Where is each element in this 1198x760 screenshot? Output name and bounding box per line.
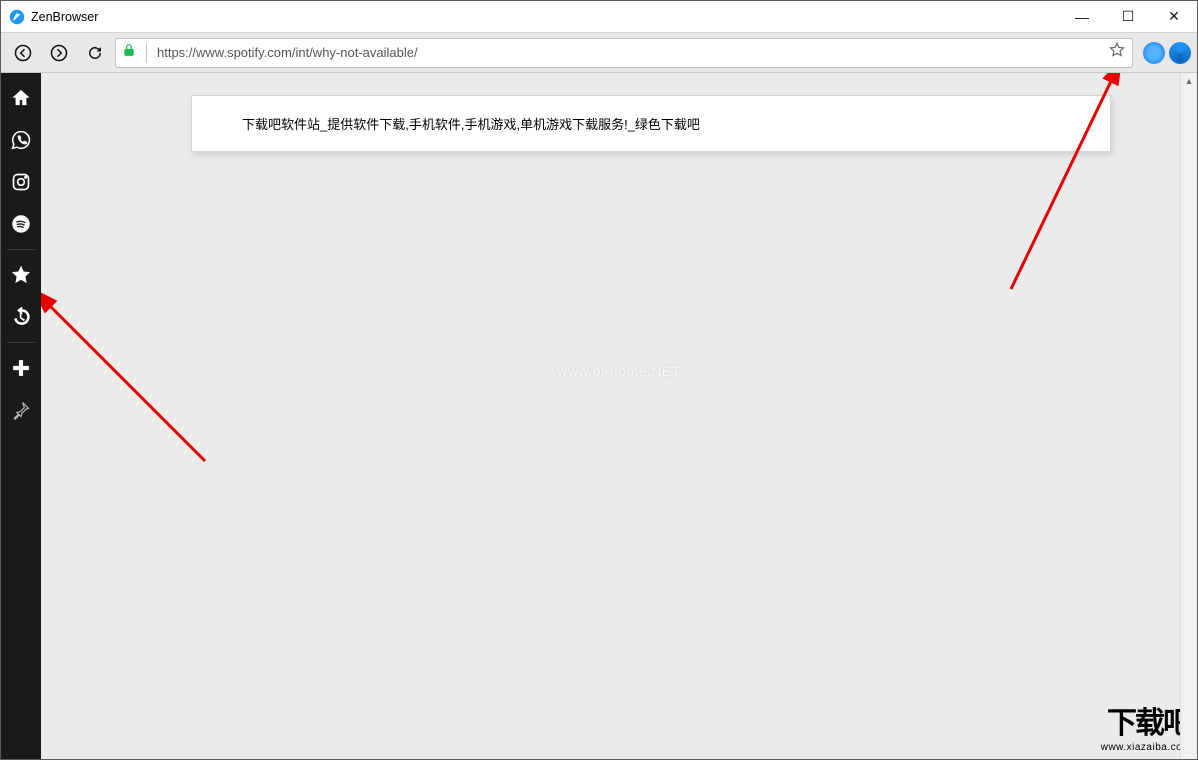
browser-window: ZenBrowser — ☐ ✕ [0,0,1198,760]
lock-icon [122,43,136,62]
sidebar-instagram[interactable] [1,161,41,203]
address-bar[interactable] [115,38,1133,68]
watermark-bottom-right: 下载吧 www.xiazaiba.com [1101,698,1191,753]
toolbar-extensions [1137,42,1191,64]
sidebar-history[interactable] [1,296,41,338]
sidebar-whatsapp[interactable] [1,119,41,161]
sidebar-divider [7,342,35,343]
titlebar: ZenBrowser — ☐ ✕ [1,1,1197,33]
separator [146,43,147,63]
extension-2-icon[interactable] [1169,42,1191,64]
minimize-icon: — [1075,9,1089,25]
app-title: ZenBrowser [31,10,98,24]
watermark-brand: 下载吧 [1101,698,1191,742]
close-icon: ✕ [1168,8,1180,25]
page-content: 下载吧软件站_提供软件下载,手机软件,手机游戏,单机游戏下载服务!_绿色下载吧 … [41,73,1197,759]
url-input[interactable] [157,45,1102,60]
scroll-up-icon[interactable]: ▴ [1181,73,1197,90]
toolbar [1,33,1197,73]
minimize-button[interactable]: — [1059,1,1105,33]
close-button[interactable]: ✕ [1151,1,1197,33]
sidebar-divider [7,249,35,250]
reload-button[interactable] [79,37,111,69]
watermark-url: www.xiazaiba.com [1101,742,1191,753]
watermark-center: www.pi-home.NET [557,363,680,379]
page-tooltip: 下载吧软件站_提供软件下载,手机软件,手机游戏,单机游戏下载服务!_绿色下载吧 [191,95,1111,152]
maximize-button[interactable]: ☐ [1105,1,1151,33]
bookmark-star-icon[interactable] [1108,41,1126,64]
sidebar-spotify[interactable] [1,203,41,245]
extension-1-icon[interactable] [1143,42,1165,64]
maximize-icon: ☐ [1122,8,1135,25]
sidebar-home[interactable] [1,77,41,119]
vertical-scrollbar[interactable]: ▴ [1180,73,1197,759]
annotation-arrow-left [41,291,215,471]
tooltip-text: 下载吧软件站_提供软件下载,手机软件,手机游戏,单机游戏下载服务!_绿色下载吧 [242,117,700,132]
titlebar-left: ZenBrowser [1,9,98,25]
sidebar-favorites[interactable] [1,254,41,296]
sidebar-add[interactable] [1,347,41,389]
body-area: 下载吧软件站_提供软件下载,手机软件,手机游戏,单机游戏下载服务!_绿色下载吧 … [1,73,1197,759]
forward-button[interactable] [43,37,75,69]
window-controls: — ☐ ✕ [1059,1,1197,33]
app-logo-icon [9,9,25,25]
back-button[interactable] [7,37,39,69]
sidebar [1,73,41,759]
sidebar-pin[interactable] [1,389,41,431]
